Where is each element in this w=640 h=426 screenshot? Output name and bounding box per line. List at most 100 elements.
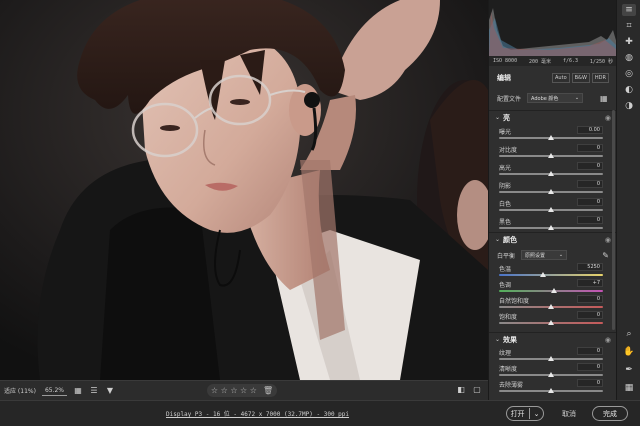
slider-thumb[interactable]	[548, 225, 554, 230]
slider-value-input[interactable]: 5250	[577, 263, 603, 271]
photo-preview[interactable]	[0, 0, 488, 380]
slider-label: 对比度	[499, 147, 518, 154]
cancel-button[interactable]: 取消	[562, 409, 576, 419]
hand-tool-icon[interactable]: ✋	[622, 346, 636, 358]
sampler-icon[interactable]: ✒	[622, 364, 636, 376]
slider-track[interactable]	[499, 274, 603, 276]
slider-thumb[interactable]	[548, 304, 554, 309]
slider-value-input[interactable]: 0	[577, 162, 603, 170]
status-bar: Display P3 - 16 位 - 4672 x 7000 (32.7MP)…	[0, 400, 640, 426]
eyedropper-icon[interactable]: ✎	[602, 251, 609, 260]
slider-value-input[interactable]: 0	[577, 295, 603, 303]
presets-icon[interactable]: ◐	[622, 84, 636, 96]
grid-toggle-icon[interactable]: ▦	[622, 382, 636, 394]
open-button-separator	[528, 408, 530, 419]
heal-icon[interactable]: ✚	[622, 36, 636, 48]
profile-select[interactable]: Adobe 颜色 ⌄	[527, 93, 584, 103]
slider-value-input[interactable]: 0	[577, 311, 603, 319]
auto-button[interactable]: Auto	[552, 73, 570, 83]
before-after-icon[interactable]: ▦	[73, 386, 83, 395]
slider-thumb[interactable]	[548, 189, 554, 194]
profile-label: 配置文件	[497, 95, 522, 103]
zoom-level-button[interactable]: 65.2%	[41, 386, 67, 396]
histogram-graph	[489, 8, 616, 56]
sort-icon[interactable]: ☰	[89, 386, 99, 395]
slider-row-light-2: 高光 0	[489, 162, 616, 179]
effects-section-header[interactable]: ⌄ 效果 ◉	[489, 332, 616, 346]
color-section-header[interactable]: ⌄ 颜色 ◉	[489, 232, 616, 246]
chevron-down-icon: ⌄	[558, 252, 564, 258]
profile-row: 配置文件 Adobe 颜色 ⌄ ▦	[489, 90, 616, 106]
tool-strip: ≡ ⌗ ✚ ◍ ◎ ◐ ◑ ⌕ ✋ ✒ ▦	[616, 0, 640, 400]
redeye-icon[interactable]: ◎	[622, 68, 636, 80]
slider-label: 色调	[499, 282, 512, 289]
effects-section-title: 效果	[503, 335, 517, 344]
bw-button[interactable]: B&W	[571, 73, 590, 83]
mask-icon[interactable]: ◍	[622, 52, 636, 64]
slider-value-input[interactable]: 0	[577, 216, 603, 224]
crop-icon[interactable]: ⌗	[622, 20, 636, 32]
eye-icon[interactable]: ◉	[605, 236, 611, 244]
profile-browser-icon[interactable]: ▦	[600, 94, 609, 103]
slider-thumb[interactable]	[548, 153, 554, 158]
chevron-down-icon[interactable]: ⌄	[495, 336, 503, 343]
rating-stars[interactable]: ☆ ☆ ☆ ☆ ☆ 🗑	[207, 384, 277, 397]
zoom-tool-icon[interactable]: ⌕	[622, 328, 636, 340]
chevron-down-icon[interactable]: ⌄	[495, 236, 503, 243]
slider-thumb[interactable]	[551, 288, 558, 293]
portrait-photo	[0, 0, 488, 380]
panel-scrollbar[interactable]	[612, 110, 615, 330]
white-balance-row: 白平衡 原照设置 ⌄ ✎	[489, 248, 616, 262]
slider-label: 阴影	[499, 183, 512, 190]
slider-thumb[interactable]	[548, 320, 554, 325]
slider-thumb[interactable]	[548, 356, 554, 361]
slider-label: 黑色	[499, 219, 512, 226]
slider-thumb[interactable]	[548, 135, 554, 140]
slider-thumb[interactable]	[539, 272, 546, 277]
slider-row-color-3: 饱和度 0	[489, 311, 616, 328]
exif-iso: ISO 8000	[493, 58, 518, 64]
white-balance-value: 原照设置	[525, 252, 546, 259]
chevron-down-icon[interactable]: ⌄	[534, 410, 540, 418]
slider-label: 高光	[499, 165, 512, 172]
edit-tool-icon[interactable]: ≡	[622, 4, 636, 16]
slider-label: 饱和度	[499, 314, 518, 321]
zoom-fit-button[interactable]: 适应 (11%)	[4, 386, 36, 395]
slider-thumb[interactable]	[548, 372, 554, 377]
eye-icon[interactable]: ◉	[605, 114, 611, 122]
done-button[interactable]: 完成	[592, 406, 628, 421]
slider-thumb[interactable]	[548, 171, 554, 176]
light-section-header[interactable]: ⌄ 亮 ◉	[489, 110, 616, 124]
chevron-down-icon[interactable]: ⌄	[495, 114, 503, 121]
filter-icon[interactable]: ▼	[105, 386, 115, 395]
trash-icon[interactable]: 🗑	[263, 386, 273, 395]
slider-value-input[interactable]: 0	[577, 144, 603, 152]
slider-row-color-2: 自然饱和度 0	[489, 295, 616, 312]
slider-value-input[interactable]: +7	[577, 279, 603, 287]
workflow-options-link[interactable]: Display P3 - 16 位 - 4672 x 7000 (32.7MP)…	[166, 409, 349, 418]
white-balance-select[interactable]: 原照设置 ⌄	[521, 250, 568, 260]
slider-row-light-4: 白色 0	[489, 198, 616, 215]
slider-value-input[interactable]: 0.00	[577, 126, 603, 134]
snapshot-icon[interactable]: ◑	[622, 100, 636, 112]
slider-value-input[interactable]: 0	[577, 180, 603, 188]
filmstrip-toggle-icon[interactable]: ▢	[472, 385, 482, 394]
slider-thumb[interactable]	[548, 388, 554, 393]
slider-thumb[interactable]	[548, 207, 554, 212]
profile-select-value: Adobe 颜色	[531, 95, 559, 102]
eye-icon[interactable]: ◉	[605, 336, 611, 344]
slider-row-effects-2: 去除薄雾 0	[489, 379, 616, 396]
hdr-button[interactable]: HDR	[591, 73, 609, 83]
slider-value-input[interactable]: 0	[577, 379, 603, 387]
photo-canvas[interactable]	[0, 0, 488, 380]
slider-value-input[interactable]: 0	[577, 347, 603, 355]
open-button[interactable]: 打开 ⌄	[506, 406, 544, 421]
compare-view-icon[interactable]: ◧	[456, 385, 466, 394]
slider-row-light-1: 对比度 0	[489, 144, 616, 161]
slider-row-effects-0: 纹理 0	[489, 347, 616, 364]
slider-label: 自然饱和度	[499, 298, 530, 305]
edit-header: 编辑 Auto B&W HDR	[489, 70, 616, 86]
light-section-title: 亮	[503, 113, 510, 122]
slider-value-input[interactable]: 0	[577, 198, 603, 206]
slider-value-input[interactable]: 0	[577, 363, 603, 371]
